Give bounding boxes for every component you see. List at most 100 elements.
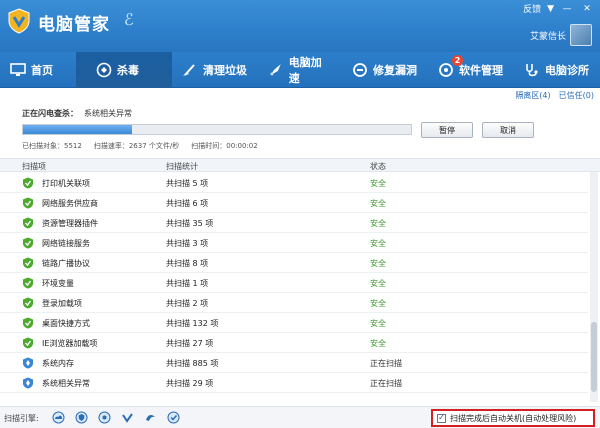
table-row: 登录加载项 共扫描 2 项 安全 [0, 293, 588, 313]
local-engine-icon[interactable] [98, 411, 111, 424]
scan-speed: 扫描速率：2637 个文件/秒 [93, 142, 180, 150]
tab-patch[interactable]: 修复漏洞 [342, 52, 428, 88]
safe-check-icon [23, 337, 33, 349]
engine-icons [52, 411, 180, 424]
scan-item-count: 共扫描 1 项 [166, 279, 209, 288]
scan-item-status: 安全 [370, 179, 386, 188]
monitor-icon [10, 63, 26, 76]
safe-check-icon [23, 177, 33, 189]
app-title: 电脑管家 [38, 15, 110, 35]
patch-icon [353, 63, 367, 77]
scan-progress-bar [22, 124, 412, 135]
scan-item-name: 系统相关异常 [42, 379, 90, 388]
safe-check-icon [23, 317, 33, 329]
minimize-button[interactable]: — [560, 3, 574, 15]
scan-item-count: 共扫描 5 项 [166, 179, 209, 188]
table-row: 环境变量 共扫描 1 项 安全 [0, 273, 588, 293]
table-row: 打印机关联项 共扫描 5 项 安全 [0, 173, 588, 193]
scan-time: 扫描时间：00:00:02 [191, 142, 258, 150]
auto-shutdown-checkbox[interactable]: ✓ [437, 413, 446, 423]
tab-label: 清理垃圾 [203, 64, 247, 77]
menu-dropdown-icon[interactable]: ▼ [547, 4, 554, 14]
tab-label: 电脑加速 [288, 56, 322, 85]
scan-item-name: 系统内存 [42, 359, 74, 368]
table-row: 系统相关异常 共扫描 29 项 正在扫描 [0, 373, 588, 393]
tab-home[interactable]: 首页 [0, 52, 76, 88]
scan-item-status: 安全 [370, 319, 386, 328]
scan-item-status: 安全 [370, 259, 386, 268]
pause-button[interactable]: 暂停 [421, 122, 473, 138]
apps-icon [439, 63, 453, 77]
tab-speedup[interactable]: 电脑加速 [258, 52, 342, 88]
tab-antivirus[interactable]: 杀毒 [76, 52, 172, 88]
bottom-bar: 扫描引擎: ✓ 扫描完成后自动关机(自动处理风险) [0, 406, 600, 428]
scan-status-label: 正在闪电查杀： [22, 109, 78, 118]
safe-check-icon [23, 277, 33, 289]
stethoscope-icon [526, 64, 538, 77]
safe-check-icon [23, 197, 33, 209]
scan-item-name: 网络服务供应商 [42, 199, 98, 208]
avatar[interactable] [570, 24, 592, 46]
scan-stats: 已扫描对象：5512 扫描速率：2637 个文件/秒 扫描时间：00:00:02 [22, 141, 270, 151]
tab-label: 电脑诊所 [545, 64, 589, 77]
tab-label: 杀毒 [117, 64, 139, 77]
scan-item-count: 共扫描 6 项 [166, 199, 209, 208]
scan-item-status: 安全 [370, 239, 386, 248]
scan-item-count: 共扫描 27 项 [166, 339, 214, 348]
trusted-link[interactable]: 已信任(0) [559, 90, 594, 101]
scan-item-name: 打印机关联项 [42, 179, 90, 188]
auto-shutdown-label[interactable]: 扫描完成后自动关机(自动处理风险) [450, 413, 576, 424]
scan-item-status: 正在扫描 [370, 379, 402, 388]
broom-icon [183, 64, 195, 76]
swirl-icon: ℰ [124, 10, 134, 29]
user-name[interactable]: 艾蒙信长 [530, 29, 566, 42]
tab-software[interactable]: 2 软件管理 [428, 52, 514, 88]
table-row: 桌面快捷方式 共扫描 132 项 安全 [0, 313, 588, 333]
scan-item-status: 安全 [370, 339, 386, 348]
shield-engine-icon[interactable] [75, 411, 88, 424]
table-row: 链路广播协议 共扫描 8 项 安全 [0, 253, 588, 273]
av-engine-icon[interactable] [167, 411, 180, 424]
scrollbar[interactable] [590, 172, 598, 402]
quick-links: 隔离区(4) 已信任(0) [515, 90, 594, 101]
scan-item-name: 环境变量 [42, 279, 74, 288]
tab-label: 修复漏洞 [373, 64, 417, 77]
quarantine-link[interactable]: 隔离区(4) [515, 90, 550, 101]
tab-clinic[interactable]: 电脑诊所 [514, 52, 600, 88]
scan-item-status: 安全 [370, 299, 386, 308]
user-area[interactable]: 艾蒙信长 [530, 24, 592, 46]
auto-shutdown-option[interactable]: ✓ 扫描完成后自动关机(自动处理风险) [431, 409, 595, 427]
scan-item-status: 安全 [370, 199, 386, 208]
tab-label: 软件管理 [459, 64, 503, 77]
close-button[interactable]: ✕ [580, 3, 594, 15]
column-header-status: 状态 [370, 162, 386, 171]
scan-item-status: 安全 [370, 219, 386, 228]
scan-item-count: 共扫描 2 项 [166, 299, 209, 308]
repair-engine-icon[interactable] [121, 411, 134, 424]
bd-engine-icon[interactable] [144, 411, 157, 424]
scan-item-count: 共扫描 132 项 [166, 319, 219, 328]
scan-item-status: 安全 [370, 279, 386, 288]
scan-item-name: 链路广播协议 [42, 259, 90, 268]
feedback-link[interactable]: 反馈 [523, 2, 541, 15]
scan-item-count: 共扫描 35 项 [166, 219, 214, 228]
column-header-item: 扫描项 [22, 162, 46, 171]
scan-item-count: 共扫描 3 项 [166, 239, 209, 248]
scan-panel: 隔离区(4) 已信任(0) 正在闪电查杀： 系统相关异常 暂停 取消 已扫描对象：… [0, 88, 600, 428]
scan-item-name: 资源管理器插件 [42, 219, 98, 228]
column-header-count: 扫描统计 [166, 162, 198, 171]
table-row: 系统内存 共扫描 885 项 正在扫描 [0, 353, 588, 373]
tab-clean[interactable]: 清理垃圾 [172, 52, 258, 88]
scan-item-count: 共扫描 29 项 [166, 379, 214, 388]
safe-check-icon [23, 217, 33, 229]
scan-item-name: 桌面快捷方式 [42, 319, 90, 328]
scan-item-status: 正在扫描 [370, 359, 402, 368]
safe-check-icon [23, 297, 33, 309]
cancel-button[interactable]: 取消 [482, 122, 534, 138]
scrollbar-thumb[interactable] [591, 322, 597, 392]
scan-item-count: 共扫描 8 项 [166, 259, 209, 268]
cloud-engine-icon[interactable] [52, 411, 65, 424]
scan-progress-fill [23, 125, 132, 134]
scan-current-target: 系统相关异常 [84, 109, 132, 118]
scan-items-list: 打印机关联项 共扫描 5 项安全 网络服务供应商 共扫描 6 项安全 资源管理器插件 共扫… [0, 172, 588, 402]
